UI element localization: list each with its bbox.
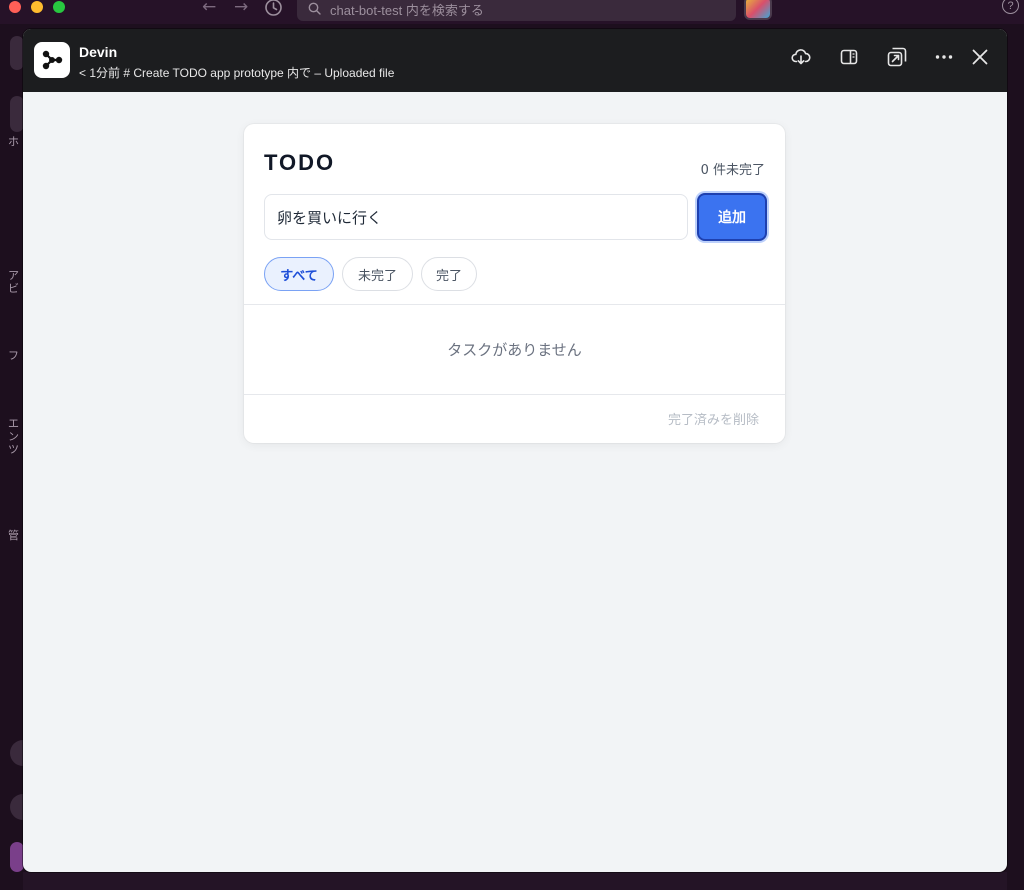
- rail-label-files: フ: [8, 350, 19, 362]
- more-actions-button[interactable]: [932, 45, 956, 69]
- rail-label-activity-2: ビ: [8, 283, 19, 295]
- filter-active-button[interactable]: 未完了: [342, 257, 413, 291]
- window-zoom-dot[interactable]: [53, 1, 65, 13]
- help-icon[interactable]: ?: [1002, 0, 1019, 14]
- filter-done-button[interactable]: 完了: [421, 257, 477, 291]
- modal-subtitle[interactable]: < 1分前 # Create TODO app prototype 内で – U…: [79, 64, 394, 81]
- todo-title: TODO: [264, 150, 336, 175]
- rail-label-admin: 管: [8, 530, 19, 542]
- close-icon: [972, 49, 988, 65]
- todo-card: TODO 0 件未完了 追加 すべて 未完了 完了 タスクがありません 完了済み…: [244, 124, 785, 443]
- more-icon: [935, 55, 953, 59]
- sidebar-icon: [840, 49, 858, 65]
- rail-label-activity-1: ア: [8, 270, 19, 282]
- slack-left-rail: ホ ア ビ フ エ ン ツ 管: [0, 24, 24, 890]
- workspace-avatar[interactable]: [744, 0, 772, 20]
- rail-home-button[interactable]: [10, 96, 24, 132]
- devin-app-icon: [34, 42, 70, 78]
- remaining-count: 0 件未完了: [700, 163, 765, 178]
- rail-more-button[interactable]: [10, 794, 24, 820]
- devin-logo-icon: [42, 50, 63, 70]
- open-in-new-window-button[interactable]: [885, 45, 909, 69]
- file-preview-modal: Devin < 1分前 # Create TODO app prototype …: [23, 29, 1007, 872]
- window-minimize-dot[interactable]: [31, 1, 43, 13]
- download-icon: [791, 49, 811, 65]
- workspace-search-bar[interactable]: chat-bot-test 内を検索する: [297, 0, 736, 21]
- rail-workspace-button[interactable]: [10, 36, 24, 70]
- modal-app-name: Devin: [79, 44, 118, 60]
- split-view-button[interactable]: [837, 45, 861, 69]
- open-external-icon: [887, 47, 907, 67]
- filter-all-button[interactable]: すべて: [264, 257, 334, 291]
- add-task-button[interactable]: 追加: [697, 193, 767, 241]
- rail-label-home: ホ: [8, 136, 19, 148]
- list-top-divider: [244, 304, 785, 305]
- close-modal-button[interactable]: [968, 45, 992, 69]
- forward-arrow-icon[interactable]: →: [234, 0, 248, 17]
- back-arrow-icon[interactable]: ←: [202, 0, 216, 17]
- download-button[interactable]: [789, 45, 813, 69]
- rail-label-agents-2: ン: [8, 431, 19, 443]
- search-placeholder: chat-bot-test 内を検索する: [330, 3, 484, 18]
- history-icon[interactable]: [264, 0, 283, 17]
- modal-header: Devin < 1分前 # Create TODO app prototype …: [23, 29, 1007, 92]
- search-icon: [308, 2, 321, 15]
- rail-label-agents-1: エ: [8, 418, 19, 430]
- new-task-input[interactable]: [264, 194, 688, 240]
- list-bottom-divider: [244, 394, 785, 395]
- rail-label-agents-3: ツ: [8, 444, 19, 456]
- window-close-dot[interactable]: [9, 1, 21, 13]
- clear-completed-button[interactable]: 完了済みを削除: [668, 409, 759, 428]
- background-window-edge: [23, 872, 1007, 890]
- empty-list-message: タスクがありません: [447, 341, 582, 359]
- rail-add-button[interactable]: [10, 740, 24, 766]
- window-titlebar: ← → chat-bot-test 内を検索する ?: [0, 0, 1024, 24]
- rail-user-avatar[interactable]: [10, 842, 24, 872]
